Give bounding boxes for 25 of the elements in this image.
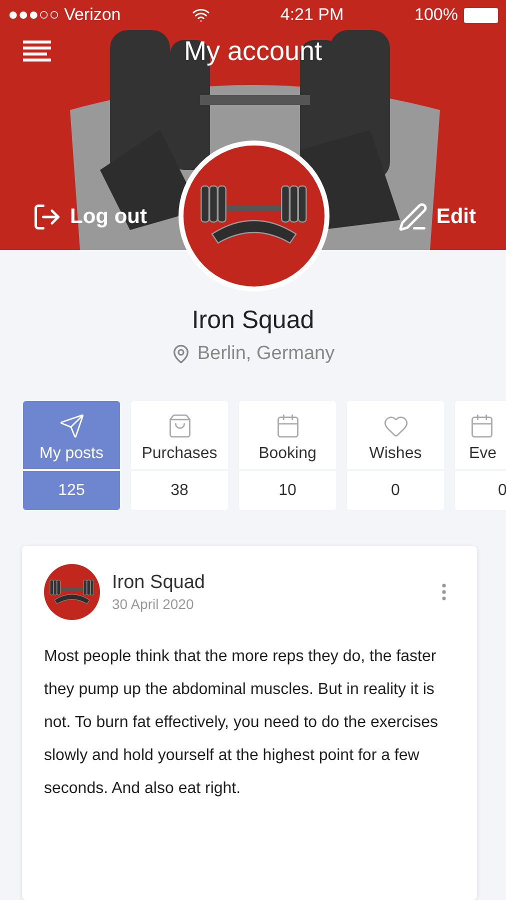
post-author: Iron Squad <box>112 572 206 594</box>
profile-location: Berlin, Germany <box>197 343 335 365</box>
tab-count: 0 <box>391 482 400 500</box>
bag-icon <box>166 413 192 439</box>
post-text: Most people think that the more reps they do, the faster they pump up the abdominal muscles. But in reality it is not. To burn fat effectively, you need to do the exercises slowly and hold yourself at the highest point for a few seconds. And also eat right. <box>44 647 440 799</box>
calendar-icon <box>469 413 495 439</box>
calendar-icon <box>274 413 300 439</box>
profile-name: Iron Squad <box>192 306 314 335</box>
tab-label: My posts <box>39 445 104 463</box>
tab-label: Wishes <box>369 445 422 463</box>
stats-tab[interactable]: Booking 10 <box>239 401 336 510</box>
tab-count: 10 <box>278 482 296 500</box>
stats-tab[interactable]: My posts 125 <box>23 401 120 510</box>
send-icon <box>58 413 84 439</box>
stats-tab[interactable]: Eve 0 <box>455 401 506 510</box>
location-icon <box>171 344 192 364</box>
tab-count: 0 <box>498 482 506 500</box>
tab-label: Eve <box>469 445 497 463</box>
stats-tab[interactable]: Wishes 0 <box>347 401 444 510</box>
tab-count: 125 <box>58 482 85 500</box>
post-date: 30 April 2020 <box>112 596 195 612</box>
tab-label: Booking <box>258 445 316 463</box>
tab-label: Purchases <box>142 445 218 463</box>
stats-tab[interactable]: Purchases 38 <box>131 401 228 510</box>
tab-count: 38 <box>170 482 188 500</box>
